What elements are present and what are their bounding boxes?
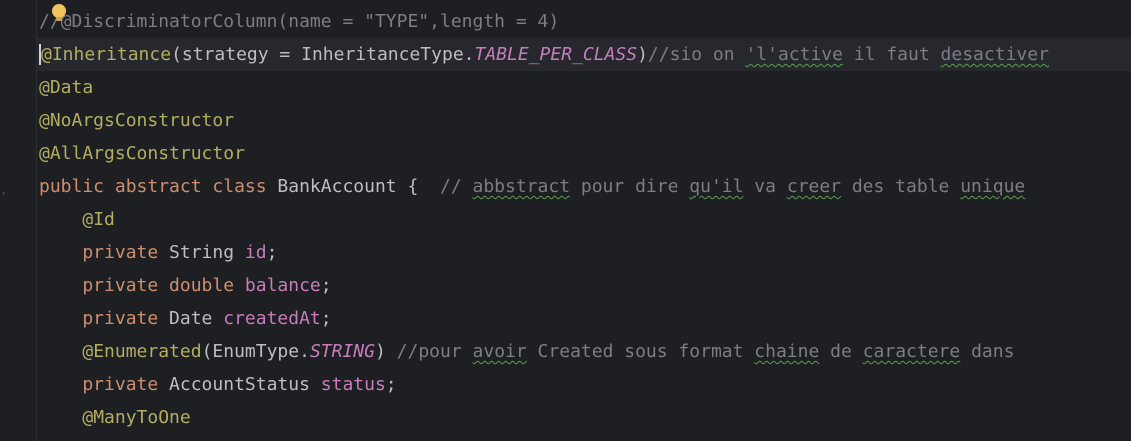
code-line[interactable]: @Inheritance(strategy = InheritanceType.…: [36, 38, 1131, 71]
code-editor[interactable]: // @DiscriminatorColumn(name = "TYPE",len…: [36, 0, 1131, 441]
code-token: @NoArgsConstructor: [39, 110, 235, 131]
code-text: @Inheritance(strategy = InheritanceType.…: [39, 38, 1049, 71]
code-token: private: [39, 374, 170, 395]
code-text: @Id: [39, 203, 115, 236]
code-token: private double: [39, 275, 245, 296]
spell-check-word: qu'il: [689, 176, 744, 197]
code-token: (EnumType.: [201, 341, 310, 362]
code-token: public abstract class: [39, 176, 278, 197]
code-token: @Enumerated: [82, 341, 202, 362]
code-text: @NoArgsConstructor: [39, 104, 234, 137]
spell-check-word: chaine: [754, 341, 820, 362]
code-token: (strategy = InheritanceType.: [171, 44, 475, 65]
spell-check-word: abbstract: [472, 176, 571, 197]
code-text: private double balance;: [39, 269, 332, 302]
code-token: //sio on: [647, 44, 746, 65]
gutter-marker: ˏ: [0, 180, 8, 194]
code-line[interactable]: public abstract class BankAccount { // a…: [36, 170, 1131, 203]
text-caret: @: [39, 44, 52, 65]
code-token: ;: [266, 242, 278, 263]
spell-check-word: avoir: [472, 341, 527, 362]
code-text: private String id;: [39, 236, 277, 269]
code-token: ): [374, 341, 397, 362]
code-line[interactable]: @AllArgsConstructor: [36, 137, 1131, 170]
code-token: dans: [960, 341, 1015, 362]
code-token: ;: [320, 308, 332, 329]
code-text: private AccountStatus status;: [39, 368, 397, 401]
code-line[interactable]: //@DiscriminatorColumn(name = "TYPE",len…: [36, 5, 1131, 38]
code-line[interactable]: @Enumerated(EnumType.STRING) //pour avoi…: [36, 335, 1131, 368]
code-text: private Date createdAt;: [39, 302, 332, 335]
code-line[interactable]: private String id;: [36, 236, 1131, 269]
code-line[interactable]: @Data: [36, 71, 1131, 104]
code-token: ;: [320, 275, 332, 296]
code-text: //@DiscriminatorColumn(name = "TYPE",len…: [39, 5, 559, 38]
code-text: @Data: [39, 71, 93, 104]
code-line[interactable]: @ManyToOne: [36, 401, 1131, 434]
code-text: @AllArgsConstructor: [39, 137, 245, 170]
spell-check-word: creer: [786, 176, 841, 197]
code-text: @Enumerated(EnumType.STRING) //pour avoi…: [39, 335, 1014, 368]
code-token: TABLE_PER_CLASS: [474, 44, 638, 65]
spell-check-word: desactiver: [940, 44, 1049, 65]
code-token: Inheritance: [51, 44, 172, 65]
spell-check-word: unique: [960, 176, 1026, 197]
code-token: pour dire: [570, 176, 690, 197]
code-token: de: [819, 341, 863, 362]
code-token: @ManyToOne: [82, 407, 191, 428]
code-line[interactable]: private double balance;: [36, 269, 1131, 302]
code-token: id: [244, 242, 267, 263]
code-line[interactable]: private AccountStatus status;: [36, 368, 1131, 401]
code-token: private: [39, 242, 170, 263]
code-token: balance: [244, 275, 321, 296]
spell-check-word: caractere: [862, 341, 961, 362]
code-token: String: [169, 242, 245, 263]
line-gutter[interactable]: ˏ: [0, 0, 37, 441]
code-token: BankAccount {: [277, 176, 440, 197]
code-line[interactable]: @Id: [36, 203, 1131, 236]
code-token: @AllArgsConstructor: [39, 143, 245, 164]
code-token: createdAt: [223, 308, 321, 329]
code-token: va: [743, 176, 787, 197]
code-token: des table: [841, 176, 961, 197]
lightbulb-icon[interactable]: [52, 4, 66, 22]
code-line[interactable]: @NoArgsConstructor: [36, 104, 1131, 137]
code-text: @ManyToOne: [39, 401, 191, 434]
code-token: @DiscriminatorColumn(name = "TYPE",lengt…: [60, 11, 560, 32]
code-token: private: [39, 308, 170, 329]
code-line[interactable]: private Date createdAt;: [36, 302, 1131, 335]
code-token: @Data: [39, 77, 94, 98]
code-token: Date: [169, 308, 224, 329]
code-token: AccountStatus: [169, 374, 321, 395]
code-token: Created sous format: [526, 341, 755, 362]
spell-check-word: 'l'active: [745, 44, 843, 65]
code-token: il faut: [843, 44, 941, 65]
code-text: public abstract class BankAccount { // a…: [39, 170, 1025, 203]
code-token: STRING: [309, 341, 375, 362]
code-token: ): [637, 44, 648, 65]
code-token: //: [439, 176, 473, 197]
code-token: ;: [385, 374, 397, 395]
code-token: //pour: [396, 341, 473, 362]
code-token: status: [320, 374, 386, 395]
code-token: @Id: [82, 209, 115, 230]
